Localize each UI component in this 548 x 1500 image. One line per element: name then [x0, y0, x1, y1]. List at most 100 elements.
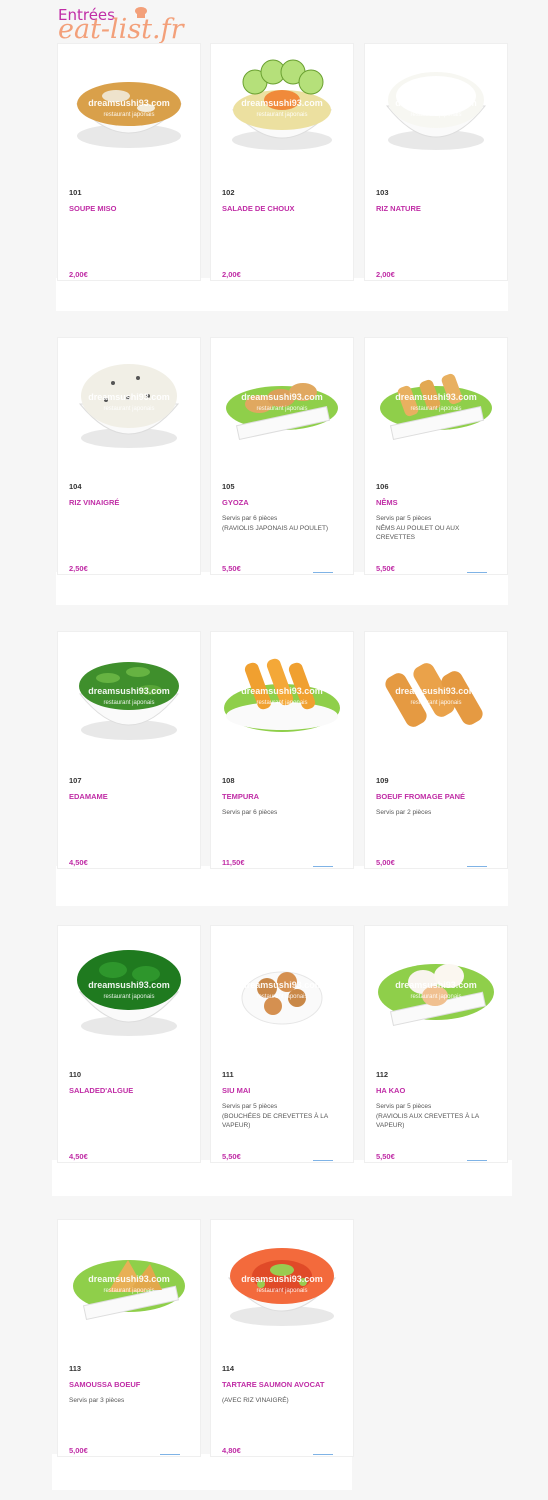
watermark-subtext: restaurant japonais [256, 994, 308, 1000]
product-number: 108 [222, 776, 235, 785]
product-row-bg [52, 1454, 352, 1490]
product-price: 4,50€ [69, 1152, 88, 1161]
product-card[interactable]: dreamsushi93.com restaurant japonais 113 SA… [58, 1220, 200, 1456]
add-to-cart-link[interactable] [313, 572, 333, 573]
add-to-cart-link[interactable] [160, 1454, 180, 1455]
add-to-cart-link[interactable] [313, 1454, 333, 1455]
product-image[interactable]: dreamsushi93.com restaurant japonais [365, 926, 507, 1058]
add-to-cart-link[interactable] [467, 1160, 487, 1161]
product-name[interactable]: EDAMAME [69, 792, 194, 801]
salmon-avocado-tartare-icon [227, 1248, 337, 1326]
product-image[interactable]: dreamsushi93.com restaurant japonais [211, 338, 353, 470]
product-name[interactable]: TEMPURA [222, 792, 347, 801]
product-description: Servis par 2 pièces [376, 809, 432, 816]
product-card[interactable]: dreamsushi93.com restaurant japonais 111 SI… [211, 926, 353, 1162]
watermark-text: dreamsushi93.com [241, 98, 323, 108]
breaded-beef-cheese-icon [385, 663, 483, 727]
watermark-text: dreamsushi93.com [88, 1274, 170, 1284]
product-price: 2,00€ [376, 270, 395, 279]
product-price: 2,00€ [69, 270, 88, 279]
product-card[interactable]: dreamsushi93.com restaurant japonais 108 TE… [211, 632, 353, 868]
product-description: Servis par 6 pièces (RAVIOLIS JAPONAIS AU… [222, 515, 329, 532]
product-image[interactable]: dreamsushi93.com restaurant japonais [58, 44, 200, 176]
watermark-text: dreamsushi93.com [241, 1274, 323, 1284]
product-name[interactable]: HA KAO [376, 1086, 501, 1095]
add-to-cart-link[interactable] [467, 572, 487, 573]
product-card[interactable]: dreamsushi93.com restaurant japonais 110 SA… [58, 926, 200, 1162]
product-number: 106 [376, 482, 389, 491]
watermark-subtext: restaurant japonais [103, 700, 155, 706]
product-price: 5,50€ [376, 1152, 395, 1161]
product-name[interactable]: GYOZA [222, 498, 347, 507]
watermark-text: dreamsushi93.com [88, 686, 170, 696]
ha-kao-plate-icon [378, 964, 494, 1027]
watermark-subtext: restaurant japonais [256, 700, 308, 706]
product-image[interactable]: dreamsushi93.com restaurant japonais [58, 338, 200, 470]
product-card[interactable]: dreamsushi93.com restaurant japonais 104 RI… [58, 338, 200, 574]
seaweed-salad-bowl-icon [77, 950, 181, 1036]
product-name[interactable]: NÊMS [376, 498, 501, 507]
product-name[interactable]: RIZ NATURE [376, 204, 501, 213]
product-description: (AVEC RIZ VINAIGRÉ) [222, 1397, 289, 1404]
product-description: Servis par 3 pièces [69, 1397, 125, 1404]
product-price: 5,50€ [222, 564, 241, 573]
product-price: 4,50€ [69, 858, 88, 867]
product-price: 5,00€ [376, 858, 395, 867]
product-number: 113 [69, 1364, 82, 1373]
product-card[interactable]: dreamsushi93.com restaurant japonais 112 HA… [365, 926, 507, 1162]
product-card[interactable]: dreamsushi93.com restaurant japonais 101 SO… [58, 44, 200, 280]
product-name[interactable]: BOEUF FROMAGE PANÉ [376, 792, 501, 801]
product-card[interactable]: dreamsushi93.com restaurant japonais 103 RI… [365, 44, 507, 280]
watermark-subtext: restaurant japonais [256, 112, 308, 118]
add-to-cart-link[interactable] [313, 1160, 333, 1161]
product-card[interactable]: dreamsushi93.com restaurant japonais 106 NÊ… [365, 338, 507, 574]
product-card[interactable]: dreamsushi93.com restaurant japonais 105 GY… [211, 338, 353, 574]
product-name[interactable]: RIZ VINAIGRÉ [69, 498, 194, 507]
product-name[interactable]: SIU MAI [222, 1086, 347, 1095]
product-name[interactable]: SOUPE MISO [69, 204, 194, 213]
product-name[interactable]: TARTARE SAUMON AVOCAT [222, 1380, 347, 1389]
product-card[interactable]: dreamsushi93.com restaurant japonais 107 ED… [58, 632, 200, 868]
add-to-cart-link[interactable] [467, 866, 487, 867]
watermark-subtext: restaurant japonais [410, 406, 462, 412]
watermark-subtext: restaurant japonais [103, 406, 155, 412]
product-name[interactable]: SALADE DE CHOUX [222, 204, 347, 213]
watermark-text: dreamsushi93.com [395, 98, 477, 108]
product-number: 105 [222, 482, 235, 491]
product-image[interactable]: dreamsushi93.com restaurant japonais [211, 632, 353, 764]
site-logo[interactable]: eat-list.fr [58, 14, 184, 45]
vinegar-rice-bowl-icon [78, 364, 180, 448]
watermark-subtext: restaurant japonais [410, 700, 462, 706]
product-image[interactable]: dreamsushi93.com restaurant japonais [211, 44, 353, 176]
product-description: Servis par 6 pièces [222, 809, 278, 816]
product-name[interactable]: SALADED'ALGUE [69, 1086, 194, 1095]
product-image[interactable]: dreamsushi93.com restaurant japonais [58, 632, 200, 764]
product-name[interactable]: SAMOUSSA BOEUF [69, 1380, 194, 1389]
product-card[interactable]: dreamsushi93.com restaurant japonais 102 SA… [211, 44, 353, 280]
product-image[interactable]: dreamsushi93.com restaurant japonais [58, 1220, 200, 1352]
edamame-bowl-icon [78, 662, 180, 740]
product-card[interactable]: dreamsushi93.com restaurant japonais 114 TA… [211, 1220, 353, 1456]
chef-hat-icon [135, 7, 147, 18]
watermark-subtext: restaurant japonais [410, 112, 462, 118]
watermark-text: dreamsushi93.com [88, 98, 170, 108]
product-price: 5,50€ [222, 1152, 241, 1161]
rice-bowl-icon [385, 72, 487, 150]
product-price: 11,50€ [222, 858, 245, 867]
watermark-text: dreamsushi93.com [88, 392, 170, 402]
product-image[interactable]: dreamsushi93.com restaurant japonais [365, 632, 507, 764]
product-image[interactable]: dreamsushi93.com restaurant japonais [211, 926, 353, 1058]
product-number: 104 [69, 482, 82, 491]
product-image[interactable]: dreamsushi93.com restaurant japonais [58, 926, 200, 1058]
product-price: 2,50€ [69, 564, 88, 573]
product-description: Servis par 5 pièces NÊMS AU POULET OU AUX… [376, 515, 460, 541]
product-card[interactable]: dreamsushi93.com restaurant japonais 109 BO… [365, 632, 507, 868]
product-price: 5,50€ [376, 564, 395, 573]
add-to-cart-link[interactable] [313, 866, 333, 867]
product-number: 109 [376, 776, 389, 785]
product-image[interactable]: dreamsushi93.com restaurant japonais [365, 44, 507, 176]
product-image[interactable]: dreamsushi93.com restaurant japonais [211, 1220, 353, 1352]
nems-plate-icon [380, 373, 492, 441]
product-image[interactable]: dreamsushi93.com restaurant japonais [365, 338, 507, 470]
watermark-text: dreamsushi93.com [241, 980, 323, 990]
